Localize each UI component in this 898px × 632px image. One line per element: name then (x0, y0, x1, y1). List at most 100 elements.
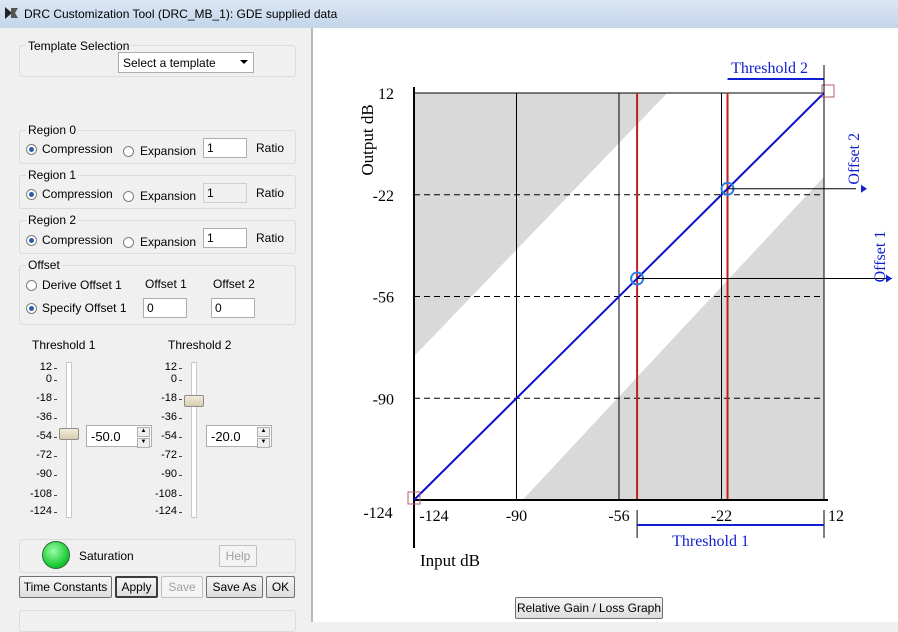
slider-tick-mark (54, 368, 57, 369)
x-tick-label: -90 (506, 508, 527, 525)
upper-shade-region (414, 93, 668, 357)
specify-offset-radio[interactable] (26, 303, 37, 314)
offset-1-label: Offset 1 (872, 231, 889, 283)
slider-tick-mark (54, 437, 57, 438)
threshold-2-label: Threshold 2 (731, 60, 808, 77)
slider-tick-mark (179, 512, 182, 513)
slider-tick-mark (54, 512, 57, 513)
save-button[interactable]: Save (161, 576, 203, 598)
threshold-1-label: Threshold 1 (32, 338, 96, 352)
slider-tick-mark (179, 368, 182, 369)
region-0-expansion-radio[interactable] (123, 146, 134, 157)
ok-button[interactable]: OK (266, 576, 295, 598)
threshold-1-value: -50.0 (91, 429, 121, 444)
region-1-compression-label: Compression (42, 187, 113, 201)
offset-2-label: Offset 2 (846, 133, 863, 185)
x-axis-label: Input dB (420, 551, 480, 570)
spin-down-icon[interactable]: ▼ (137, 438, 150, 448)
region-2-expansion-label: Expansion (140, 235, 197, 249)
apply-button[interactable]: Apply (115, 576, 158, 598)
region-2-ratio-label: Ratio (256, 231, 285, 245)
threshold-1-label: Threshold 1 (672, 533, 749, 550)
app-icon (5, 7, 18, 19)
region-1-ratio-label: Ratio (256, 186, 285, 200)
slider-tick-mark (54, 456, 57, 457)
region-0-compression-label: Compression (42, 142, 113, 156)
saturation-label: Saturation (79, 549, 134, 563)
slider-tick-mark (179, 399, 182, 400)
slider-tick-mark (54, 380, 57, 381)
y-tick-label: 12 (378, 86, 394, 103)
chevron-down-icon (240, 60, 248, 64)
region-0-ratio-input[interactable]: 1 (203, 138, 247, 158)
offset-2-label: Offset 2 (213, 277, 255, 291)
threshold-2-value: -20.0 (211, 429, 241, 444)
help-button[interactable]: Help (219, 545, 257, 567)
region-2-expansion-radio[interactable] (123, 237, 134, 248)
specify-offset-label: Specify Offset 1 (42, 301, 127, 315)
y-tick-label: -56 (373, 290, 394, 307)
region-0-compression-radio[interactable] (26, 144, 37, 155)
offset-1-input[interactable]: 0 (143, 298, 187, 318)
slider-tick-label: -36 (36, 411, 52, 423)
region-0-ratio-label: Ratio (256, 141, 285, 155)
slider-tick-label: -90 (161, 468, 177, 480)
slider-tick-label: 0 (45, 373, 52, 385)
time-constants-button[interactable]: Time Constants (19, 576, 112, 598)
slider-tick-label: -72 (161, 449, 177, 461)
slider-tick-label: -36 (161, 411, 177, 423)
slider-tick-label: -72 (36, 449, 52, 461)
offset-2-arrow (861, 184, 867, 193)
control-panel: Template Selection Select a template Reg… (0, 28, 313, 632)
threshold-1-spinbox[interactable]: -50.0 ▲ ▼ (86, 425, 152, 448)
derive-offset-label: Derive Offset 1 (42, 278, 122, 292)
slider-tick-mark (54, 495, 57, 496)
region-1-label: Region 1 (26, 168, 79, 182)
region-1-compression-radio[interactable] (26, 189, 37, 200)
offset-group-label: Offset (26, 258, 62, 272)
offset-2-input[interactable]: 0 (211, 298, 255, 318)
template-dropdown[interactable]: Select a template (118, 52, 254, 73)
x-tick-label: -22 (711, 508, 732, 525)
region-2-compression-label: Compression (42, 233, 113, 247)
spin-up-icon[interactable]: ▲ (257, 427, 270, 437)
lower-shade-region (522, 176, 824, 500)
y-axis-label: Output dB (358, 104, 377, 175)
slider-tick-label: 12 (164, 361, 177, 373)
slider-tick-mark (54, 399, 57, 400)
spin-down-icon[interactable]: ▼ (257, 438, 270, 448)
drc-chart: -124 -90 -56 -22 12 -124 12 -22 -56 -90 Input dB Ou… (358, 60, 892, 570)
save-as-button[interactable]: Save As (206, 576, 263, 598)
region-0-label: Region 0 (26, 123, 79, 137)
derive-offset-radio[interactable] (26, 280, 37, 291)
offset-1-label: Offset 1 (145, 277, 187, 291)
x-tick-label: 12 (828, 508, 844, 525)
region-0-expansion-label: Expansion (140, 144, 197, 158)
threshold-2-slider-thumb[interactable] (184, 395, 204, 407)
slider-tick-label: -18 (36, 392, 52, 404)
threshold-2-slider-track[interactable] (191, 362, 197, 518)
y-tick-label: -22 (373, 188, 394, 205)
spin-up-icon[interactable]: ▲ (137, 427, 150, 437)
slider-tick-mark (179, 495, 182, 496)
relative-gain-loss-graph-button[interactable]: Relative Gain / Loss Graph (515, 597, 663, 619)
threshold-1-slider-track[interactable] (66, 362, 72, 518)
slider-tick-label: -54 (36, 430, 52, 442)
threshold-2-spinbox[interactable]: -20.0 ▲ ▼ (206, 425, 272, 448)
x-tick-label: -56 (608, 508, 629, 525)
slider-tick-mark (54, 418, 57, 419)
slider-tick-label: 12 (39, 361, 52, 373)
threshold-1-slider-thumb[interactable] (59, 428, 79, 440)
bottom-group-edge (19, 610, 296, 632)
region-1-expansion-label: Expansion (140, 189, 197, 203)
slider-tick-label: -124 (30, 505, 53, 517)
slider-tick-label: -18 (161, 392, 177, 404)
region-2-ratio-input[interactable]: 1 (203, 228, 247, 248)
slider-tick-label: -108 (155, 488, 178, 500)
slider-tick-mark (179, 380, 182, 381)
region-2-compression-radio[interactable] (26, 235, 37, 246)
slider-tick-label: -54 (161, 430, 177, 442)
template-selected-value: Select a template (123, 56, 216, 70)
slider-tick-mark (54, 475, 57, 476)
region-1-expansion-radio[interactable] (123, 191, 134, 202)
